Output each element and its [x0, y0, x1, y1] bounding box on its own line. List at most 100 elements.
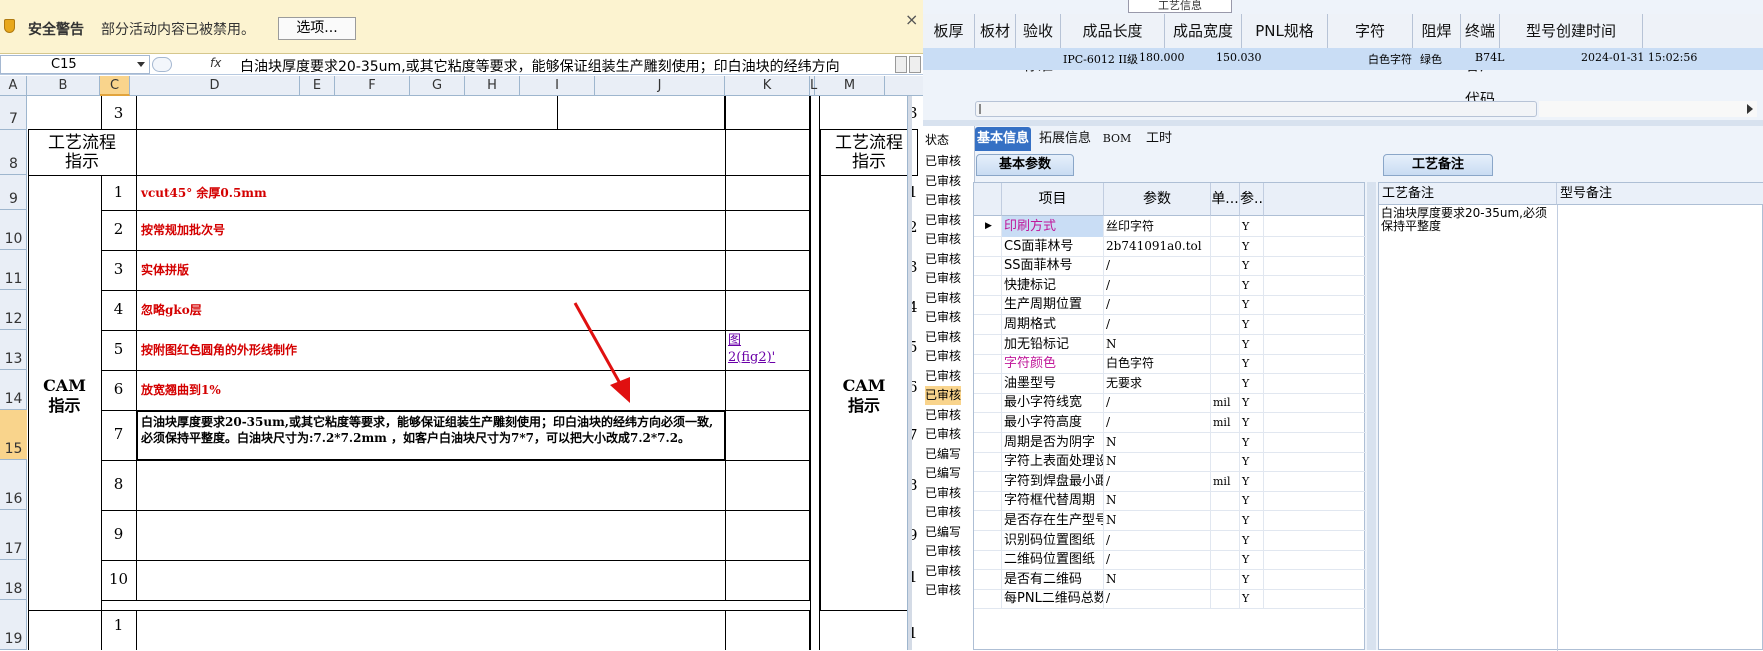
column-header-k[interactable]: K [725, 76, 810, 96]
cam-item-text[interactable]: 按常规加批次号 [141, 221, 225, 238]
row-header-19[interactable]: 19 [0, 600, 27, 650]
param-row[interactable]: 生产周期位置 / Y [974, 294, 1366, 316]
param-flag[interactable]: Y [1240, 274, 1264, 296]
param-flag[interactable]: Y [1240, 470, 1264, 492]
column-header-d[interactable]: D [130, 76, 300, 96]
notes-header-process[interactable]: 工艺备注 [1379, 183, 1557, 205]
row-char[interactable]: 白色字符 [1368, 51, 1412, 67]
top-tab-label[interactable]: 工艺信息 [1128, 0, 1232, 13]
param-flag[interactable]: Y [1240, 490, 1264, 512]
split-bar[interactable] [907, 96, 912, 650]
param-row[interactable]: 最小字符线宽 / mil Y [974, 392, 1366, 414]
table-header-9[interactable]: 型号创建时间 [1500, 14, 1643, 48]
cam-item-text[interactable]: 白油块厚度要求20-35um,或其它粘度等要求，能够保证组装生产雕刻使用；印白油… [141, 414, 720, 446]
cam-item-text-cell[interactable] [136, 560, 726, 601]
cam-item-j-cell[interactable] [725, 290, 810, 331]
table-header-7[interactable]: 阻焊 [1413, 14, 1461, 48]
scroll-right-area[interactable] [1539, 101, 1757, 117]
cell-row7-c[interactable] [136, 96, 558, 130]
param-row[interactable]: 字符颜色 白色字符 Y [974, 353, 1366, 375]
status-item[interactable]: 已编写 [925, 464, 961, 483]
model-table-row[interactable]: IPC-6012 II级 180.000 150.030 白色字符 绿色 B74L 2024… [923, 48, 1763, 70]
column-header-m[interactable]: M [815, 76, 885, 96]
column-header-f[interactable]: F [335, 76, 410, 96]
row-width[interactable]: 150.030 [1216, 51, 1262, 64]
param-value[interactable]: / [1104, 529, 1211, 551]
table-header-1[interactable]: 板材 [975, 14, 1016, 48]
param-header-3[interactable]: 参... [1240, 183, 1267, 216]
row-code[interactable]: B74L [1475, 51, 1504, 64]
cam-item-j-cell[interactable] [725, 460, 810, 511]
row-created[interactable]: 2024-01-31 15:02:56 [1581, 51, 1697, 64]
process-note-text[interactable]: 白油块厚度要求20-35um,必须保持平整度 [1381, 207, 1553, 233]
param-flag[interactable]: Y [1240, 294, 1264, 316]
cell-row19-a[interactable] [28, 610, 102, 650]
param-row[interactable]: ▶ 印刷方式 丝印字符 Y [974, 216, 1366, 237]
cell-row7-h[interactable] [557, 96, 725, 130]
param-flag[interactable]: Y [1240, 431, 1264, 453]
param-header-2[interactable]: 单... [1211, 183, 1240, 216]
chevron-down-icon[interactable] [137, 62, 145, 67]
param-flag[interactable]: Y [1240, 372, 1264, 394]
param-value[interactable]: / [1104, 255, 1211, 277]
row-header-15[interactable]: 15 [0, 410, 27, 460]
status-item[interactable]: 已审核 [925, 289, 961, 308]
param-row[interactable]: 二维码位置图纸 / Y [974, 549, 1366, 571]
param-flag[interactable]: Y [1240, 255, 1264, 277]
row-header-8[interactable]: 8 [0, 130, 27, 175]
column-header-e[interactable]: E [300, 76, 335, 96]
param-value[interactable]: N [1104, 431, 1211, 453]
param-value[interactable]: N [1104, 568, 1211, 590]
param-row[interactable]: 是否有二维码 N Y [974, 568, 1366, 590]
column-header-i[interactable]: I [520, 76, 595, 96]
row-header-12[interactable]: 12 [0, 290, 27, 330]
row-header-16[interactable]: 16 [0, 460, 27, 510]
status-item[interactable]: 已审核 [925, 152, 961, 171]
status-item[interactable]: 已审核 [925, 581, 961, 600]
cam-item-text[interactable]: 按附图红色圆角的外形线制作 [141, 341, 297, 358]
row-header-14[interactable]: 14 [0, 370, 27, 410]
cam-item-j-cell[interactable] [725, 410, 810, 461]
formula-input[interactable]: 白油块厚度要求20-35um,或其它粘度等要求，能够保证组装生产雕刻使用；印白油… [240, 56, 890, 76]
panel-splitter[interactable] [1367, 182, 1376, 650]
status-item[interactable]: 已审核 [925, 250, 961, 269]
cam-item-j-cell[interactable] [725, 560, 810, 601]
param-row[interactable]: 加无铅标记 N Y [974, 333, 1366, 355]
cam-item-j-cell[interactable] [725, 510, 810, 561]
fx-label[interactable]: fx [210, 56, 221, 70]
row-header-13[interactable]: 13 [0, 330, 27, 370]
param-row[interactable]: 周期格式 / Y [974, 314, 1366, 335]
cam-item-text-cell[interactable] [136, 510, 726, 561]
status-item[interactable]: 已审核 [925, 386, 962, 405]
cell-process-body[interactable] [136, 129, 726, 176]
status-item[interactable]: 已审核 [925, 328, 961, 347]
param-value[interactable]: N [1104, 451, 1211, 473]
notes-header-model[interactable]: 型号备注 [1557, 183, 1763, 205]
cam-item-text[interactable]: 实体拼版 [141, 261, 189, 278]
column-header-b[interactable]: B [27, 76, 100, 96]
row-header-9[interactable]: 9 [0, 175, 27, 210]
status-item[interactable]: 已审核 [925, 347, 961, 366]
param-flag[interactable]: Y [1240, 529, 1264, 551]
param-value[interactable]: N [1104, 333, 1211, 355]
cam-item-text[interactable]: vcut45° 余厚0.5mm [141, 184, 267, 201]
status-item[interactable]: 已编写 [925, 445, 961, 464]
row-header-7[interactable]: 7 [0, 96, 27, 130]
cell-row19-j[interactable] [725, 610, 810, 650]
param-row[interactable]: 快捷标记 / Y [974, 274, 1366, 296]
scroll-right-icon[interactable] [1747, 104, 1753, 114]
table-header-0[interactable]: 板厚 [923, 14, 975, 48]
status-item[interactable]: 已审核 [925, 367, 961, 386]
cam-item-j-cell[interactable] [725, 210, 810, 251]
tab-basic-params[interactable]: 基本参数 [976, 154, 1074, 176]
param-flag[interactable]: Y [1240, 333, 1264, 355]
param-row[interactable]: 最小字符高度 / mil Y [974, 412, 1366, 433]
row-header-18[interactable]: 18 [0, 560, 27, 600]
formula-collapse-button[interactable] [909, 56, 921, 73]
cell-row7-j[interactable] [725, 96, 810, 130]
status-item[interactable]: 已审核 [925, 562, 961, 581]
status-item[interactable]: 已审核 [925, 542, 961, 561]
param-flag[interactable]: Y [1240, 451, 1264, 473]
status-item[interactable]: 已审核 [925, 503, 961, 522]
tab-process-notes[interactable]: 工艺备注 [1383, 154, 1493, 176]
